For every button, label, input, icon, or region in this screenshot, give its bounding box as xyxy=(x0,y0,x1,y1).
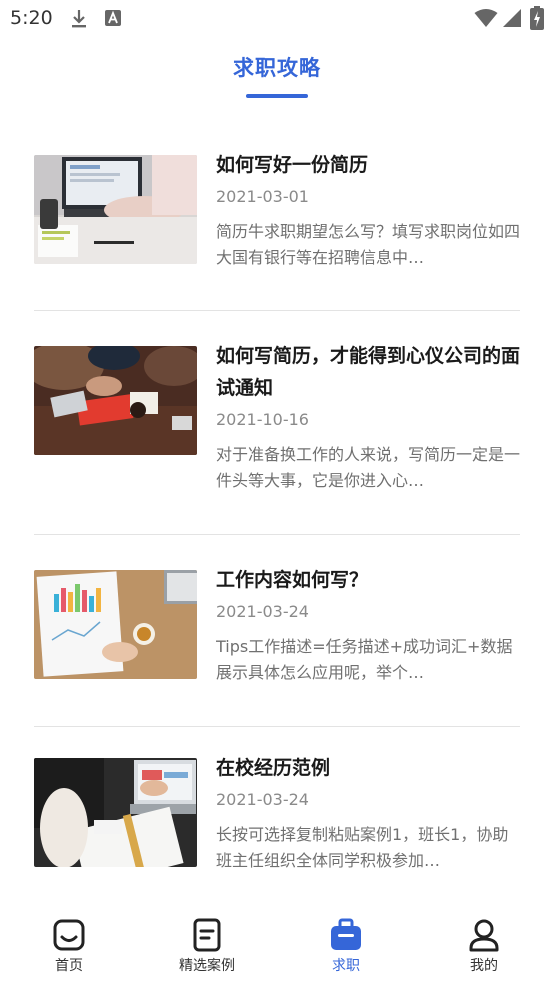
article-summary: Tips工作描述=任务描述+成功词汇+数据展示具体怎么应用呢，举个… xyxy=(216,637,513,682)
article-thumbnail xyxy=(34,346,197,455)
wifi-icon xyxy=(474,8,498,32)
article-item[interactable]: 在校经历范例 2021-03-24 长按可选择复制粘贴案例1，班长1，协助班主任… xyxy=(34,727,520,907)
article-title: 如何写好一份简历 xyxy=(216,154,369,176)
title-underline xyxy=(246,94,308,98)
font-a-icon xyxy=(104,9,122,31)
person-icon xyxy=(467,918,501,952)
nav-label: 我的 xyxy=(470,958,498,974)
article-summary: 长按可选择复制粘贴案例1，班长1，协助班主任组织全体同学积极参加… xyxy=(216,825,509,870)
article-title: 在校经历范例 xyxy=(216,757,331,779)
article-date: 2021-03-24 xyxy=(216,790,309,809)
article-item[interactable]: 工作内容如何写？ 2021-03-24 Tips工作描述=任务描述+成功词汇+数… xyxy=(34,535,520,727)
bottom-nav: 首页 精选案例 求职 我的 xyxy=(0,904,554,984)
article-item[interactable]: 如何写好一份简历 2021-03-01 简历牛求职期望怎么写？填写求职岗位如四大… xyxy=(34,122,520,311)
nav-item-profile[interactable]: 我的 xyxy=(429,918,539,975)
article-item[interactable]: 如何写简历，才能得到心仪公司的面试通知 2021-10-16 对于准备换工作的人… xyxy=(34,311,520,535)
nav-item-jobs[interactable]: 求职 xyxy=(291,918,401,975)
home-icon xyxy=(52,918,86,952)
article-date: 2021-03-01 xyxy=(216,187,309,206)
article-thumbnail xyxy=(34,155,197,264)
article-title: 工作内容如何写？ xyxy=(216,569,369,591)
article-date: 2021-03-24 xyxy=(216,602,309,621)
nav-label: 精选案例 xyxy=(179,958,235,974)
page-title: 求职攻略 xyxy=(233,56,321,80)
article-date: 2021-10-16 xyxy=(216,410,309,429)
nav-item-cases[interactable]: 精选案例 xyxy=(152,918,262,975)
nav-label: 首页 xyxy=(55,958,83,974)
download-icon xyxy=(70,9,88,33)
document-icon xyxy=(190,918,224,952)
header: 求职攻略 xyxy=(0,38,554,118)
article-list: 如何写好一份简历 2021-03-01 简历牛求职期望怎么写？填写求职岗位如四大… xyxy=(34,122,520,907)
battery-charging-icon xyxy=(530,6,544,34)
nav-item-home[interactable]: 首页 xyxy=(14,918,124,975)
article-summary: 简历牛求职期望怎么写？填写求职岗位如四大国有银行等在招聘信息中… xyxy=(216,222,520,267)
status-time: 5:20 xyxy=(10,7,53,29)
nav-label: 求职 xyxy=(332,958,360,974)
article-thumbnail xyxy=(34,758,197,867)
article-title: 如何写简历，才能得到心仪公司的面试通知 xyxy=(216,345,521,399)
status-bar: 5:20 xyxy=(0,0,554,38)
briefcase-icon xyxy=(329,918,363,952)
signal-icon xyxy=(502,8,522,32)
article-thumbnail xyxy=(34,570,197,679)
article-summary: 对于准备换工作的人来说，写简历一定是一件头等大事，它是你进入心… xyxy=(216,445,520,490)
